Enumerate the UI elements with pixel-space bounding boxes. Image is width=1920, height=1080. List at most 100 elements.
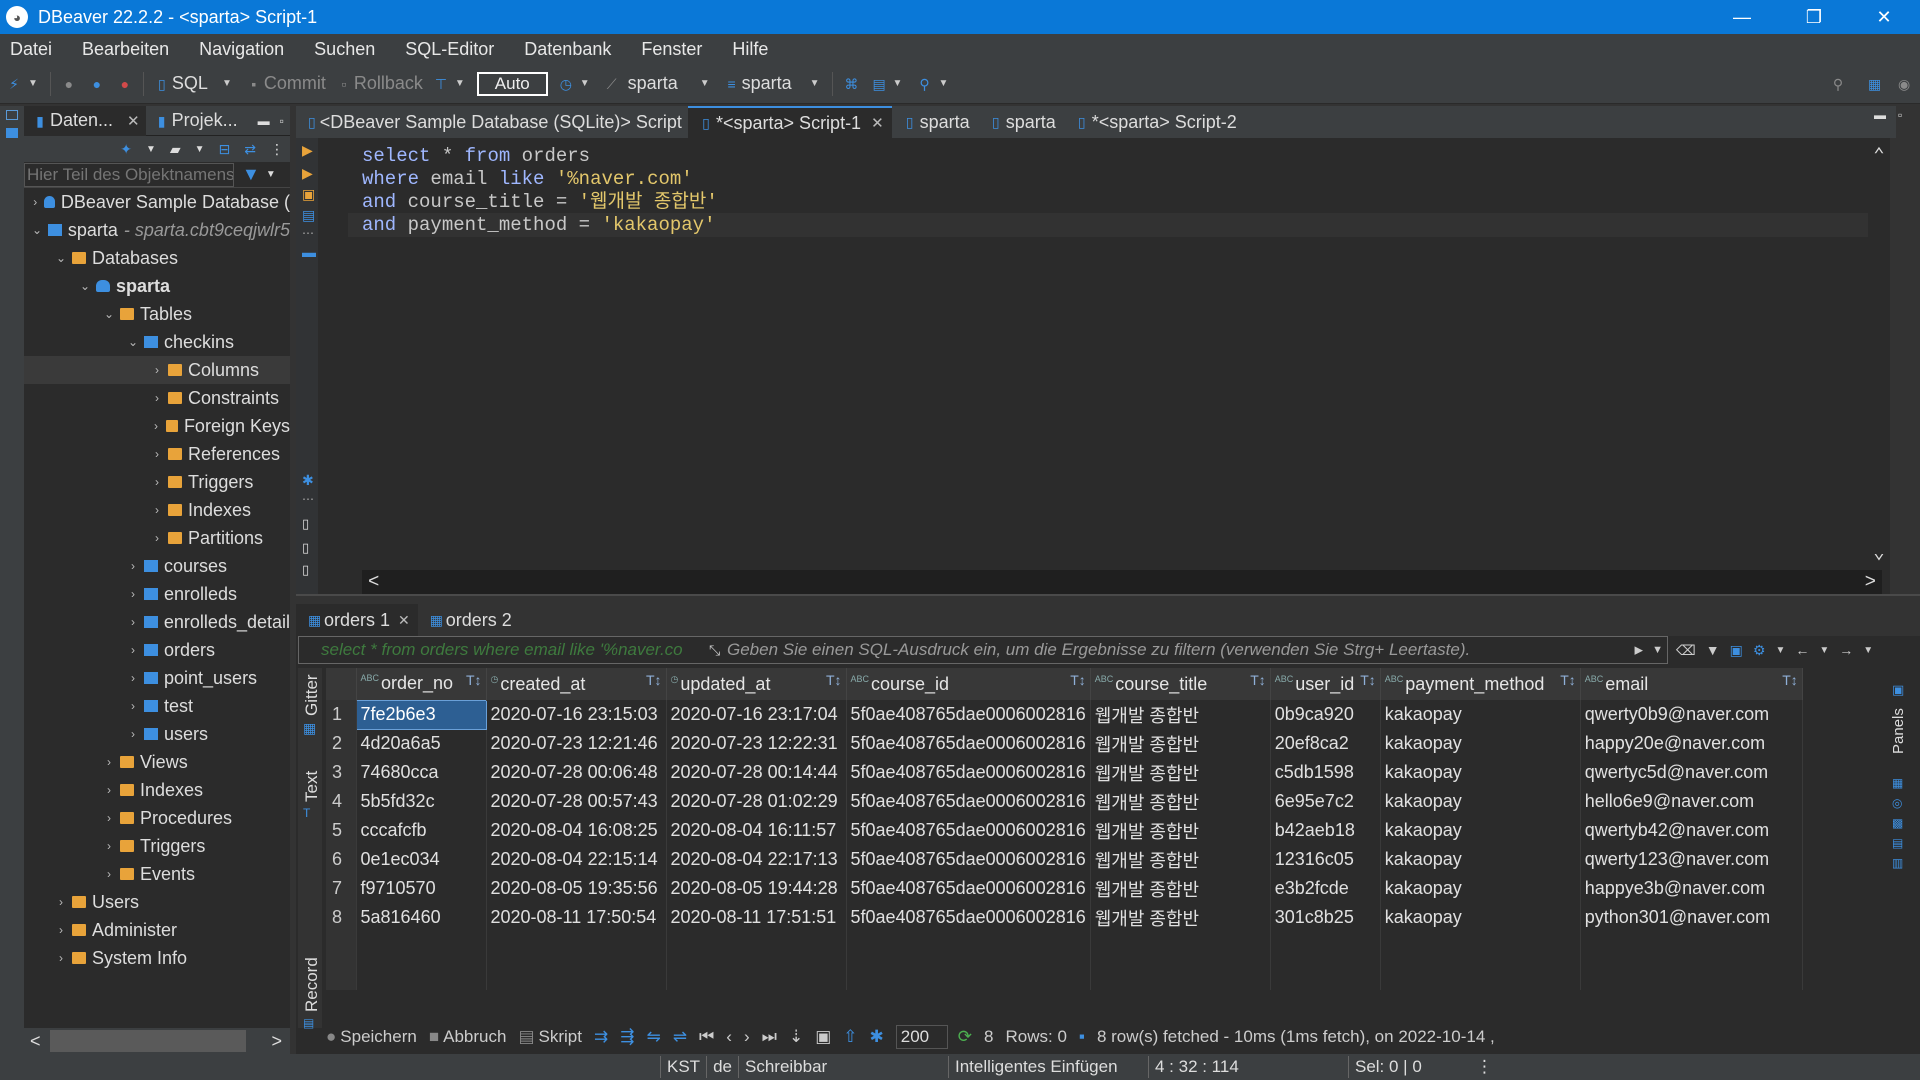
table-cell[interactable]: kakaopay [1380,700,1581,729]
tab-text[interactable]: Text [302,771,322,802]
tree-node[interactable]: › test [24,692,290,720]
row-number[interactable]: 6 [326,845,357,874]
fetch-size-input[interactable] [895,1025,948,1049]
tree-node[interactable]: › Triggers [24,832,290,860]
table-cell[interactable]: happy20e@naver.com [1580,729,1803,758]
table-cell[interactable]: 5b5fd32c [356,787,487,816]
table-cell[interactable]: 20ef8ca2 [1270,729,1381,758]
table-cell[interactable]: 5f0ae408765dae0006002816 [846,816,1091,845]
scroll-left-icon[interactable]: < [368,571,379,593]
tree-node[interactable]: › Views [24,748,290,776]
link-editor-icon[interactable]: ⇄ [244,141,256,158]
column-header[interactable]: ABC course_id T↕ [846,668,1091,700]
close-icon[interactable]: ✕ [127,112,140,130]
tree-node[interactable]: › enrolleds [24,580,290,608]
transaction-mode-button[interactable]: ⊤ ▼ [427,68,473,100]
terminal-icon[interactable]: ▬ [296,240,318,264]
scroll-left-icon[interactable]: < [30,1031,41,1052]
search-tool-button[interactable]: ⚲ ▼ [910,68,956,100]
sort-filter-icon[interactable]: T↕ [1782,672,1798,688]
table-cell[interactable]: 2020-08-04 16:11:57 [666,816,847,845]
row-number[interactable]: 2 [326,729,357,758]
chevron-down-icon[interactable]: ⌄ [30,223,44,237]
close-icon[interactable]: ✕ [398,612,410,629]
table-cell[interactable]: 2020-07-23 12:21:46 [486,729,667,758]
column-header[interactable]: ABC user_id T↕ [1270,668,1381,700]
table-cell[interactable]: qwertyb42@naver.com [1580,816,1803,845]
tree-node[interactable]: › courses [24,552,290,580]
tree-node[interactable]: › enrolleds_detail [24,608,290,636]
tree-node[interactable]: › point_users [24,664,290,692]
menu-sql-editor[interactable]: SQL-Editor [390,39,509,60]
chevron-right-icon[interactable]: › [102,811,116,825]
sort-filter-icon[interactable]: T↕ [646,672,662,688]
editor-minimize-icon[interactable]: ▬ [1874,108,1886,122]
tree-node[interactable]: › Administer [24,916,290,944]
table-cell[interactable]: cccafcfb [356,816,487,845]
previous-page-icon[interactable]: ‹ [726,1027,732,1047]
chevron-right-icon[interactable]: › [30,195,40,209]
minimize-button[interactable]: — [1706,0,1778,34]
chevron-right-icon[interactable]: › [150,363,164,377]
table-cell[interactable]: 5f0ae408765dae0006002816 [846,787,1091,816]
row-number[interactable]: 5 [326,816,357,845]
editor-tab[interactable]: ▯ <DBeaver Sample Database (SQLite)> Scri… [296,106,688,138]
grid-icon[interactable]: ▦ [303,720,316,737]
table-cell[interactable]: 5f0ae408765dae0006002816 [846,758,1091,787]
table-cell[interactable]: qwertyc5d@naver.com [1580,758,1803,787]
chevron-right-icon[interactable]: › [126,727,140,741]
column-header[interactable]: ABC order_no T↕ [356,668,487,700]
sql-editor-button[interactable]: ▯ SQL ▼ [148,68,240,100]
table-cell[interactable]: 2020-07-28 00:57:43 [486,787,667,816]
sql-editor[interactable]: select * from orders where email like '%n… [318,138,1890,594]
table-cell[interactable]: 웹개발 종합반 [1090,874,1271,903]
editor-tab[interactable]: ▯ sparta [978,106,1064,138]
table-cell[interactable]: qwerty123@naver.com [1580,845,1803,874]
chevron-down-icon[interactable]: ⌄ [102,307,116,321]
last-page-icon[interactable]: ⏭ [762,1027,777,1047]
filter-sql-text[interactable]: select * from orders where email like '%… [299,640,699,660]
tab-record[interactable]: Record [302,957,322,1012]
chevron-right-icon[interactable]: › [126,559,140,573]
table-cell[interactable]: 6e95e7c2 [1270,787,1381,816]
table-cell[interactable]: 웹개발 종합반 [1090,845,1271,874]
table-cell[interactable]: 74680cca [356,758,487,787]
table-cell[interactable]: 5f0ae408765dae0006002816 [846,874,1091,903]
table-cell[interactable]: hello6e9@naver.com [1580,787,1803,816]
editor-vscrollbar[interactable]: ⌃ ⌄ [1868,138,1890,568]
dbeaver-perspective-button[interactable]: ◉ [1890,68,1918,100]
fetch-all-icon[interactable]: ▣ [815,1027,831,1047]
editor-tab[interactable]: ▯ *<sparta> Script-1 ✕ [688,106,892,138]
tree-node[interactable]: ⌄ Databases [24,244,290,272]
table-row[interactable]: 3 74680cca 2020-07-28 00:06:48 2020-07-28 0… [326,758,1803,787]
chevron-down-icon[interactable]: ⌄ [78,279,92,293]
tree-node[interactable]: › System Info [24,944,290,972]
table-cell[interactable]: 2020-08-05 19:44:28 [666,874,847,903]
perspective-button[interactable]: ▦ [1860,68,1888,100]
table-row[interactable]: 2 4d20a6a5 2020-07-23 12:21:46 2020-07-23 1… [326,729,1803,758]
rollback-button[interactable]: ▫ Rollback [330,68,427,100]
forward-icon[interactable]: → [1839,642,1853,658]
close-icon[interactable]: ✕ [871,114,884,132]
export-icon[interactable]: ▯ [296,540,315,556]
filter-icon[interactable]: ▼ [242,164,260,185]
tab-projects[interactable]: ▮ Projek... [146,106,244,136]
tree-node[interactable]: › Indexes [24,496,290,524]
chevron-down-icon[interactable]: ▼ [1775,645,1785,656]
menu-navigation[interactable]: Navigation [184,39,299,60]
maximize-panel-icon[interactable]: ▫ [280,114,284,128]
filter-icon[interactable]: ▼ [1706,642,1720,658]
copy-row-icon[interactable]: ⇶ [620,1027,634,1047]
chevron-right-icon[interactable]: › [126,643,140,657]
tree-node[interactable]: › Procedures [24,804,290,832]
row-number[interactable]: 1 [326,700,357,729]
apply-filter-icon[interactable]: ▸ [1634,640,1643,660]
active-schema-selector[interactable]: ≡ sparta ▼ [718,68,828,100]
panels-label[interactable]: Panels [1890,708,1907,754]
settings-icon[interactable]: ✱ [296,472,320,489]
more-icon[interactable]: ⋯ [296,226,318,240]
sort-filter-icon[interactable]: T↕ [466,672,482,688]
table-cell[interactable]: 웹개발 종합반 [1090,816,1271,845]
chevron-right-icon[interactable]: › [150,475,164,489]
chevron-down-icon[interactable]: ▼ [146,144,156,155]
